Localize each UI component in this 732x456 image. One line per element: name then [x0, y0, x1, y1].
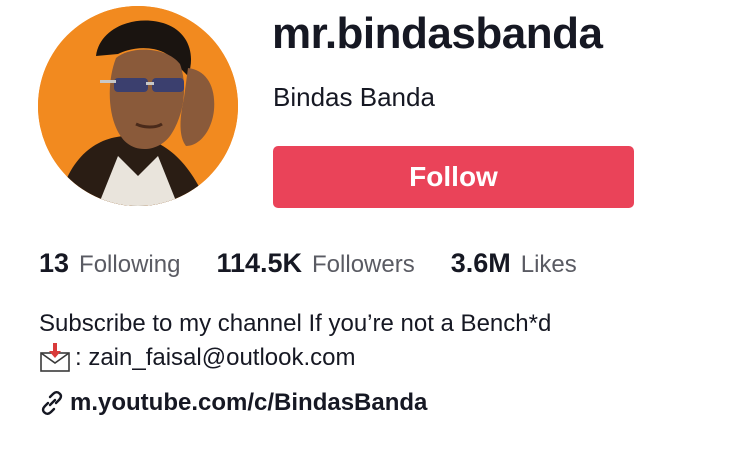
following-label: Following — [79, 251, 181, 278]
profile-stats: 13 Following 114.5K Followers 3.6M Likes — [39, 248, 613, 279]
bio-link[interactable]: m.youtube.com/c/BindasBanda — [70, 389, 427, 417]
follow-button[interactable]: Follow — [273, 146, 634, 208]
stat-likes: 3.6M Likes — [451, 248, 577, 279]
followers-count: 114.5K — [216, 248, 303, 278]
avatar-image — [38, 6, 238, 206]
bio-line-1: Subscribe to my channel If you’re not a … — [39, 310, 552, 337]
following-count: 13 — [39, 248, 70, 278]
profile-display-name: Bindas Banda — [273, 82, 435, 112]
profile-username: mr.bindasbanda — [272, 9, 603, 58]
bio-line-2: : zain_faisal@outlook.com — [39, 342, 356, 374]
profile-avatar[interactable] — [38, 6, 238, 206]
bio-email-text: : zain_faisal@outlook.com — [75, 344, 356, 371]
stat-following[interactable]: 13 Following — [39, 248, 180, 279]
likes-label: Likes — [520, 251, 577, 278]
likes-count: 3.6M — [450, 248, 511, 278]
followers-label: Followers — [312, 251, 415, 278]
envelope-with-arrow-icon — [39, 343, 73, 373]
chain-link-icon — [39, 390, 65, 416]
bio-link-row[interactable]: m.youtube.com/c/BindasBanda — [39, 389, 427, 417]
stat-followers[interactable]: 114.5K Followers — [216, 248, 414, 279]
